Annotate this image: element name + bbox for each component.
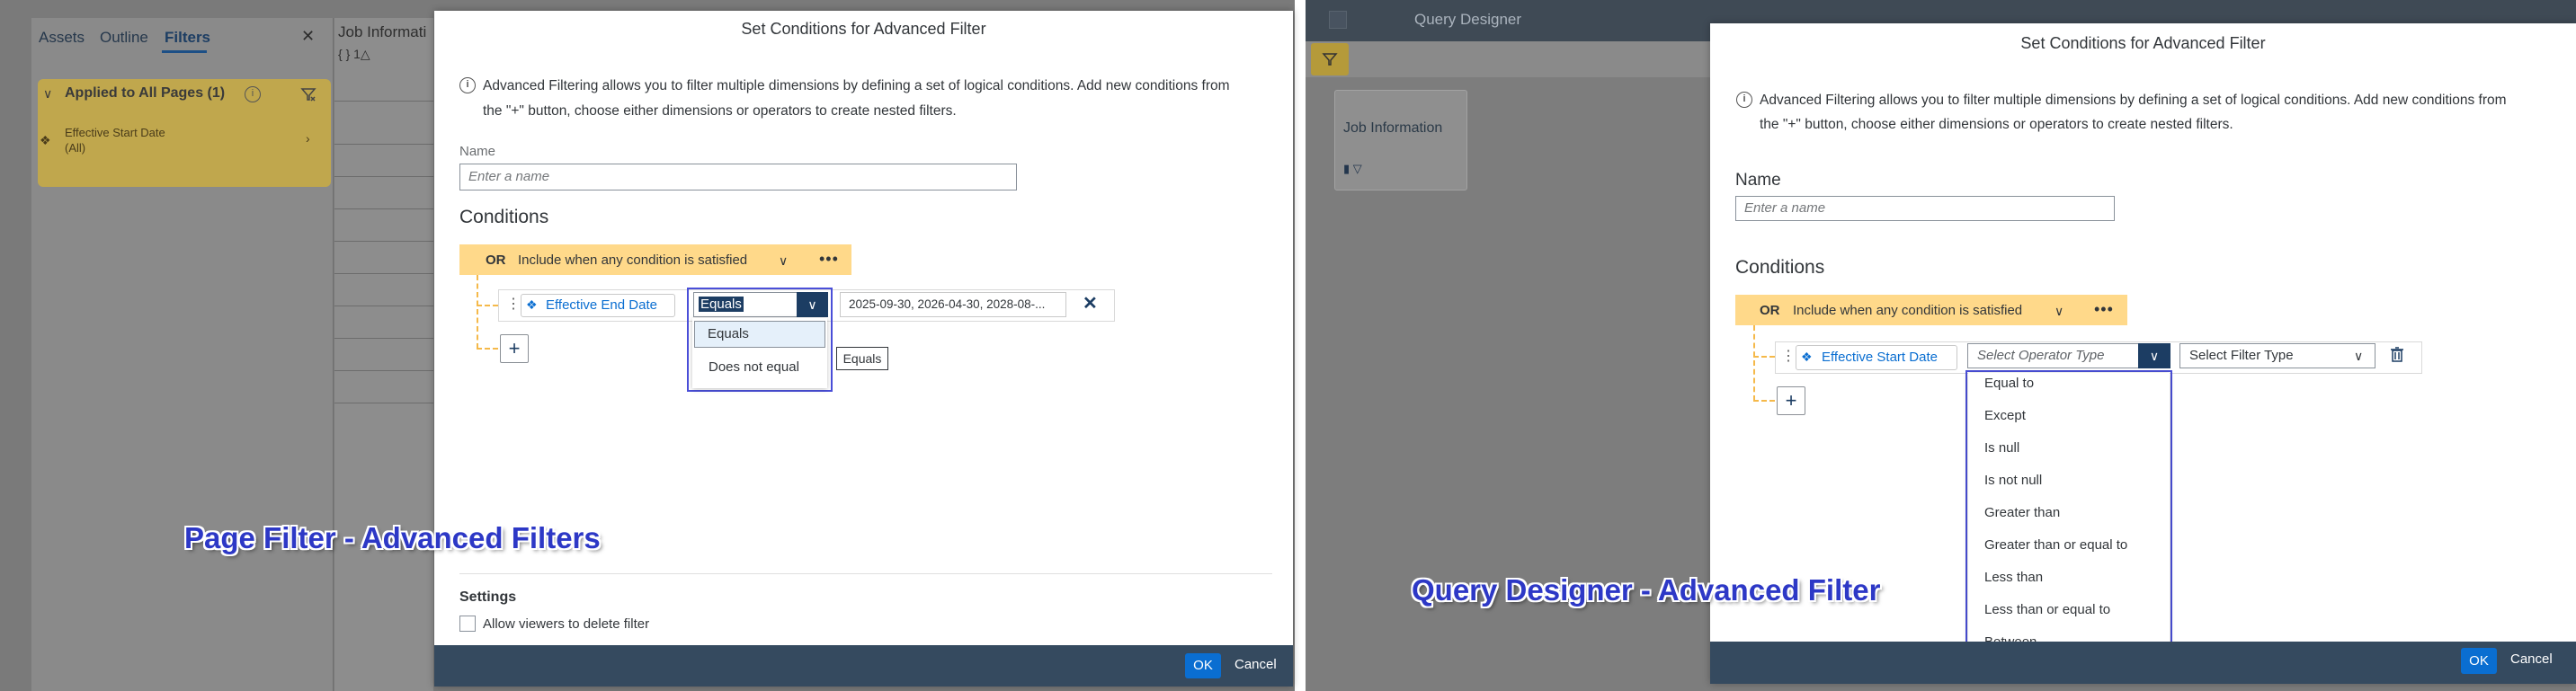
table-row	[334, 338, 433, 339]
operator-select-placeholder: Select Operator Type	[1977, 348, 2105, 363]
filter-values-input[interactable]: 2025-09-30, 2026-04-30, 2028-08-...	[840, 292, 1066, 317]
drag-handle-icon[interactable]: ⋮	[506, 295, 521, 313]
add-condition-button[interactable]: +	[500, 334, 529, 363]
applied-filter-value: (All)	[65, 141, 86, 155]
filter-type-select[interactable]: Select Filter Type	[2179, 343, 2375, 368]
job-information-card-title: Job Information	[1343, 120, 1443, 136]
dropdown-option-is-not-null[interactable]: Is not null	[1968, 473, 2170, 500]
name-input[interactable]: Enter a name	[1735, 196, 2115, 221]
ok-button[interactable]: OK	[2461, 648, 2497, 674]
cancel-button[interactable]: Cancel	[2510, 651, 2553, 667]
dimension-name: Effective Start Date	[1822, 350, 1938, 365]
or-operator-label: OR	[486, 252, 506, 268]
allow-delete-label: Allow viewers to delete filter	[483, 616, 650, 632]
table-row	[334, 176, 433, 177]
dropdown-option-equal-to[interactable]: Equal to	[1968, 376, 2170, 403]
info-icon: i	[1736, 92, 1752, 108]
table-row	[334, 144, 433, 145]
cancel-button[interactable]: Cancel	[1235, 657, 1277, 672]
applied-filter-name[interactable]: Effective Start Date	[65, 126, 165, 139]
more-options-icon[interactable]: •••	[2094, 300, 2114, 319]
chevron-down-icon[interactable]: ∨	[2055, 304, 2063, 319]
allow-delete-checkbox[interactable]	[459, 616, 476, 632]
filter-type-placeholder: Select Filter Type	[2189, 348, 2294, 363]
tree-connector	[1753, 400, 1775, 402]
dimension-name: Effective End Date	[546, 297, 657, 313]
query-designer-title: Query Designer	[1414, 11, 1522, 28]
table-row	[334, 370, 433, 371]
job-information-toolbar-icons[interactable]: { } 1△	[338, 47, 370, 62]
clear-filter-icon[interactable]	[300, 86, 316, 107]
tab-filters-underline	[162, 50, 207, 53]
add-condition-button[interactable]: +	[1777, 386, 1805, 415]
job-information-title: Job Informati	[338, 23, 427, 40]
conditions-heading: Conditions	[459, 207, 549, 227]
tree-connector	[1753, 356, 1775, 358]
conditions-heading: Conditions	[1735, 257, 1825, 278]
table-row	[334, 241, 433, 242]
ok-button[interactable]: OK	[1185, 653, 1221, 678]
dialog-title: Set Conditions for Advanced Filter	[741, 20, 986, 38]
dropdown-option-equals[interactable]: Equals	[694, 321, 825, 348]
divider	[459, 573, 1272, 574]
job-information-strip	[334, 18, 433, 691]
caption-query-designer: Query Designer - Advanced Filter	[1412, 573, 1881, 607]
tooltip: Equals	[836, 347, 888, 370]
filter-icon[interactable]	[1311, 43, 1349, 75]
chevron-down-icon[interactable]: ∨	[779, 253, 788, 269]
table-row	[334, 101, 433, 102]
dimension-icon: ❖	[40, 133, 51, 147]
info-icon[interactable]: i	[245, 86, 261, 102]
dimension-icon: ❖	[526, 297, 538, 312]
more-options-icon[interactable]: •••	[819, 250, 839, 269]
dropdown-option-less-than[interactable]: Less than	[1968, 570, 2170, 597]
dialog-footer	[434, 645, 1293, 687]
or-operator-label: OR	[1760, 303, 1780, 318]
dialog-title: Set Conditions for Advanced Filter	[2020, 34, 2266, 52]
dropdown-option-does-not-equal[interactable]: Does not equal	[694, 354, 825, 381]
dropdown-option-greater-than[interactable]: Greater than	[1968, 505, 2170, 532]
app-menu-icon[interactable]	[1329, 11, 1347, 29]
trash-icon[interactable]	[2390, 346, 2404, 367]
info-text-line-1: Advanced Filtering allows you to filter …	[483, 78, 1230, 93]
chevron-right-icon[interactable]: ›	[306, 131, 310, 146]
close-icon[interactable]: ✕	[301, 27, 315, 46]
close-icon[interactable]: ✕	[1083, 292, 1098, 314]
dialog-footer	[1710, 642, 2576, 684]
dropdown-option-is-null[interactable]: Is null	[1968, 440, 2170, 467]
tree-connector	[477, 275, 478, 349]
settings-heading: Settings	[459, 589, 517, 605]
info-text-line-1: Advanced Filtering allows you to filter …	[1760, 93, 2507, 108]
chevron-down-icon[interactable]: ∨	[2138, 343, 2170, 368]
info-icon: i	[459, 77, 476, 93]
dimension-icon: ❖	[1801, 350, 1813, 364]
name-label: Name	[459, 144, 496, 159]
name-label: Name	[1735, 171, 1781, 190]
or-condition-text: Include when any condition is satisfied	[1793, 303, 2023, 318]
applied-to-all-pages-title: Applied to All Pages (1)	[65, 85, 226, 101]
or-condition-text: Include when any condition is satisfied	[518, 252, 748, 268]
drag-handle-icon[interactable]: ⋮	[1781, 347, 1796, 365]
tree-connector	[1753, 325, 1755, 401]
tab-filters[interactable]: Filters	[165, 29, 210, 47]
table-row	[334, 273, 433, 274]
caption-page-filter: Page Filter - Advanced Filters	[184, 521, 601, 554]
info-text-line-2: the "+" button, choose either dimensions…	[1760, 117, 2233, 132]
tree-connector	[477, 348, 498, 350]
tree-connector	[477, 305, 498, 306]
chevron-down-icon[interactable]: ∨	[43, 86, 52, 102]
dropdown-option-greater-than-or-equal-to[interactable]: Greater than or equal to	[1968, 537, 2170, 564]
dropdown-option-except[interactable]: Except	[1968, 408, 2170, 435]
dropdown-option-less-than-or-equal-to[interactable]: Less than or equal to	[1968, 602, 2170, 629]
tab-assets[interactable]: Assets	[39, 29, 85, 47]
table-row	[334, 208, 433, 209]
name-input[interactable]: Enter a name	[459, 164, 1017, 190]
tab-outline[interactable]: Outline	[100, 29, 148, 47]
table-icon[interactable]: ▮ ▽	[1343, 162, 1362, 176]
info-text-line-2: the "+" button, choose either dimensions…	[483, 103, 957, 119]
chevron-down-icon[interactable]: ∨	[2354, 349, 2363, 364]
